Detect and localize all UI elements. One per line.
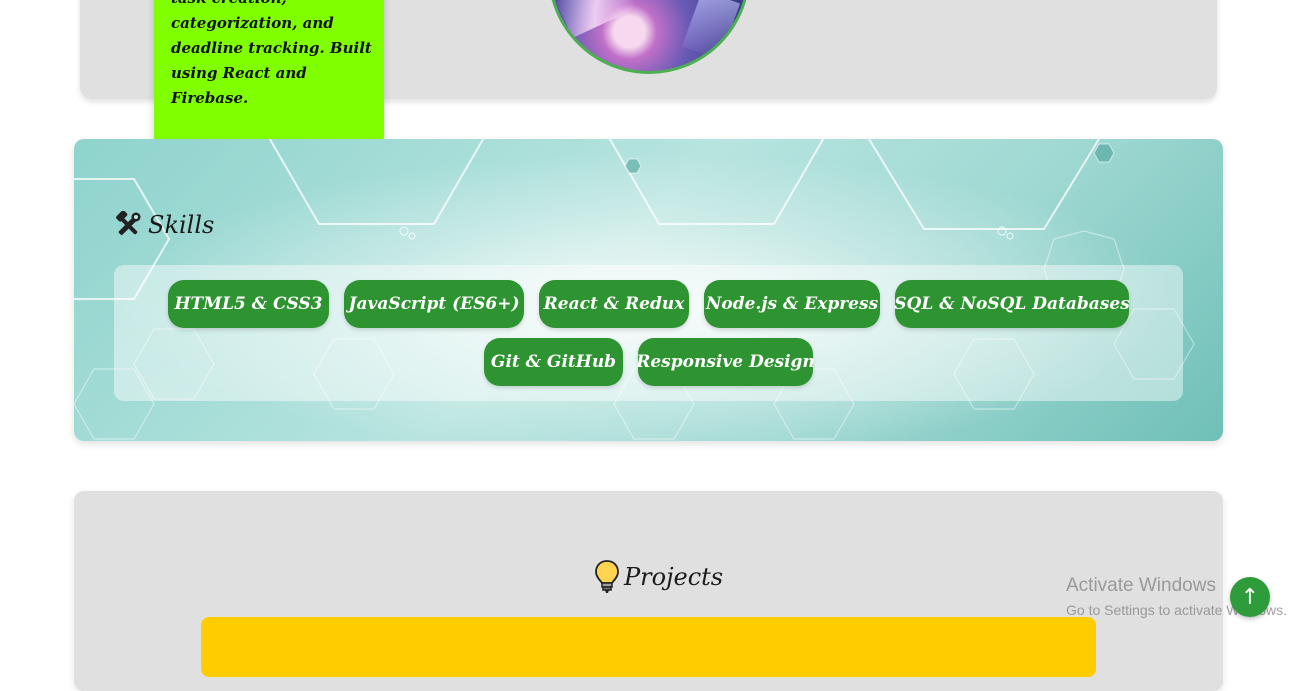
skill-chip-git[interactable]: Git & GitHub (484, 338, 623, 386)
project-card[interactable] (201, 617, 1096, 677)
skill-chip-html-css[interactable]: HTML5 & CSS3 (168, 280, 329, 328)
skill-chip-node[interactable]: Node.js & Express (704, 280, 880, 328)
project-note-card: task creation, categorization, and deadl… (154, 0, 384, 146)
skills-section: Skills HTML5 & CSS3 JavaScript (ES6+) Re… (74, 139, 1223, 441)
skill-chip-responsive[interactable]: Responsive Design (636, 338, 815, 386)
skills-title: Skills (148, 211, 215, 239)
skills-chip-panel: HTML5 & CSS3 JavaScript (ES6+) React & R… (114, 265, 1183, 401)
project-note-text: task creation, categorization, and deadl… (171, 0, 372, 107)
tools-icon (116, 211, 141, 235)
projects-section: Projects (74, 491, 1223, 691)
lightbulb-icon (595, 560, 619, 593)
skill-chip-databases[interactable]: SQL & NoSQL Databases (894, 280, 1130, 328)
skill-chip-react[interactable]: React & Redux (539, 280, 689, 328)
projects-heading: Projects (594, 559, 723, 595)
projects-title: Projects (624, 563, 724, 591)
scroll-to-top-button[interactable]: ↑ (1230, 577, 1270, 617)
skill-chip-javascript[interactable]: JavaScript (ES6+) (344, 280, 524, 328)
skills-heading: Skills (114, 211, 214, 239)
arrow-up-icon: ↑ (1240, 584, 1260, 610)
